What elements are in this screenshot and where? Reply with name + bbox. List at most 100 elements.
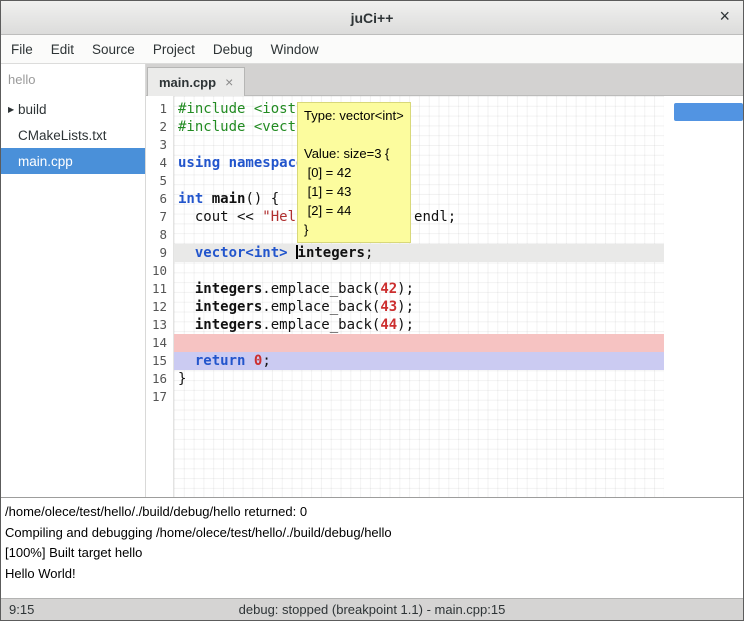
line-number[interactable]: 4 bbox=[146, 154, 173, 172]
code-token: integers bbox=[195, 299, 262, 315]
terminal-line: Compiling and debugging /home/olece/test… bbox=[5, 523, 739, 544]
line-number[interactable]: 16 bbox=[146, 370, 173, 388]
code-line-11[interactable]: integers.emplace_back(42); bbox=[174, 280, 664, 298]
terminal-line: /home/olece/test/hello/./build/debug/hel… bbox=[5, 502, 739, 523]
project-name: hello bbox=[1, 64, 145, 96]
code-line-13[interactable]: integers.emplace_back(44); bbox=[174, 316, 664, 334]
code-token: 44 bbox=[380, 317, 397, 333]
line-number[interactable]: 10 bbox=[146, 262, 173, 280]
status-bar: 9:15 debug: stopped (breakpoint 1.1) - m… bbox=[1, 598, 743, 620]
code-token bbox=[178, 245, 195, 261]
main-area: hello ▶build CMakeLists.txt main.cpp main.… bbox=[1, 64, 743, 497]
line-number[interactable]: 17 bbox=[146, 388, 173, 406]
code-token: 42 bbox=[380, 281, 397, 297]
menu-source[interactable]: Source bbox=[83, 37, 144, 62]
line-number[interactable]: 3 bbox=[146, 136, 173, 154]
code-token: ); bbox=[397, 317, 414, 333]
line-number[interactable]: 5 bbox=[146, 172, 173, 190]
menu-bar: FileEditSourceProjectDebugWindow bbox=[1, 35, 743, 64]
debug-value-tooltip: Type: vector<int> Value: size=3 { [0] = … bbox=[297, 102, 411, 243]
code-line-6[interactable]: int main() { bbox=[174, 190, 664, 208]
code-token: using namespace bbox=[178, 155, 304, 171]
line-number[interactable]: 8 bbox=[146, 226, 173, 244]
line-number[interactable]: 12 bbox=[146, 298, 173, 316]
editor-column: main.cpp × 1234567891011121314151617 #in… bbox=[146, 64, 743, 497]
code-token: ); bbox=[397, 281, 414, 297]
code-line-16[interactable]: } bbox=[174, 370, 664, 388]
code-line-10[interactable] bbox=[174, 262, 664, 280]
terminal-line: Hello World! bbox=[5, 564, 739, 585]
code-token bbox=[178, 299, 195, 315]
scrollbar-track[interactable] bbox=[664, 96, 743, 497]
line-number[interactable]: 1 bbox=[146, 100, 173, 118]
code-line-14[interactable] bbox=[174, 334, 664, 352]
code-token bbox=[245, 353, 253, 369]
code-line-15[interactable]: return 0; bbox=[174, 352, 664, 370]
scrollbar-thumb[interactable] bbox=[674, 103, 743, 121]
code-line-2[interactable]: #include <vector> bbox=[174, 118, 664, 136]
code-line-4[interactable]: using namespace std; bbox=[174, 154, 664, 172]
tab-label: main.cpp bbox=[159, 75, 216, 90]
code-token: () { bbox=[245, 191, 279, 207]
code-line-3[interactable] bbox=[174, 136, 664, 154]
line-number[interactable]: 13 bbox=[146, 316, 173, 334]
tooltip-line: [0] = 42 bbox=[304, 163, 404, 182]
code-token: 43 bbox=[380, 299, 397, 315]
code-area[interactable]: #include <iostream>#include <vector> usin… bbox=[174, 96, 664, 497]
menu-debug[interactable]: Debug bbox=[204, 37, 262, 62]
code-token: int bbox=[178, 191, 203, 207]
line-number-gutter[interactable]: 1234567891011121314151617 bbox=[146, 96, 174, 497]
tab-main-cpp[interactable]: main.cpp × bbox=[147, 67, 245, 96]
line-number[interactable]: 6 bbox=[146, 190, 173, 208]
tooltip-line bbox=[304, 125, 404, 144]
window-close-icon[interactable]: × bbox=[719, 7, 730, 25]
tooltip-line: [1] = 43 bbox=[304, 182, 404, 201]
tree-item-cmakelists.txt[interactable]: CMakeLists.txt bbox=[1, 122, 145, 148]
code-line-8[interactable] bbox=[174, 226, 664, 244]
window-title: juCi++ bbox=[351, 10, 394, 26]
line-number[interactable]: 14 bbox=[146, 334, 173, 352]
line-number[interactable]: 11 bbox=[146, 280, 173, 298]
code-line-17[interactable] bbox=[174, 388, 664, 406]
code-token bbox=[178, 353, 195, 369]
code-line-1[interactable]: #include <iostream> bbox=[174, 100, 664, 118]
expander-icon[interactable]: ▶ bbox=[1, 105, 18, 114]
line-number[interactable]: 9 bbox=[146, 244, 173, 262]
code-token: cout << bbox=[178, 209, 262, 225]
tree-item-label: build bbox=[18, 102, 47, 117]
code-token bbox=[288, 245, 296, 261]
tab-bar: main.cpp × bbox=[146, 64, 743, 96]
tooltip-line: Type: vector<int> bbox=[304, 106, 404, 125]
menu-edit[interactable]: Edit bbox=[42, 37, 83, 62]
code-line-12[interactable]: integers.emplace_back(43); bbox=[174, 298, 664, 316]
code-line-9[interactable]: vector<int> integers; bbox=[174, 244, 664, 262]
line-number[interactable]: 2 bbox=[146, 118, 173, 136]
line-number[interactable]: 7 bbox=[146, 208, 173, 226]
line-number[interactable]: 15 bbox=[146, 352, 173, 370]
tooltip-line: [2] = 44 bbox=[304, 201, 404, 220]
terminal-line: [100%] Built target hello bbox=[5, 543, 739, 564]
tooltip-line: } bbox=[304, 220, 404, 239]
title-bar[interactable]: juCi++ × bbox=[1, 1, 743, 35]
code-line-5[interactable] bbox=[174, 172, 664, 190]
code-token bbox=[203, 191, 211, 207]
menu-window[interactable]: Window bbox=[262, 37, 328, 62]
sidebar: hello ▶build CMakeLists.txt main.cpp bbox=[1, 64, 146, 497]
code-token: .emplace_back( bbox=[262, 299, 380, 315]
menu-project[interactable]: Project bbox=[144, 37, 204, 62]
editor[interactable]: 1234567891011121314151617 #include <iost… bbox=[146, 96, 743, 497]
tree-item-build[interactable]: ▶build bbox=[1, 96, 145, 122]
code-token: return bbox=[195, 353, 246, 369]
tree-item-main.cpp[interactable]: main.cpp bbox=[1, 148, 145, 174]
code-token: ); bbox=[397, 299, 414, 315]
output-panel[interactable]: /home/olece/test/hello/./build/debug/hel… bbox=[1, 497, 743, 598]
tree-item-label: CMakeLists.txt bbox=[18, 128, 107, 143]
code-token: ; bbox=[262, 353, 270, 369]
tab-close-icon[interactable]: × bbox=[225, 74, 233, 90]
code-token: } bbox=[178, 371, 186, 387]
app-window: juCi++ × FileEditSourceProjectDebugWindo… bbox=[0, 0, 744, 621]
code-token: integers bbox=[195, 317, 262, 333]
code-line-7[interactable]: cout << "Hello World!" << endl; bbox=[174, 208, 664, 226]
code-token: integers bbox=[298, 245, 365, 261]
menu-file[interactable]: File bbox=[2, 37, 42, 62]
